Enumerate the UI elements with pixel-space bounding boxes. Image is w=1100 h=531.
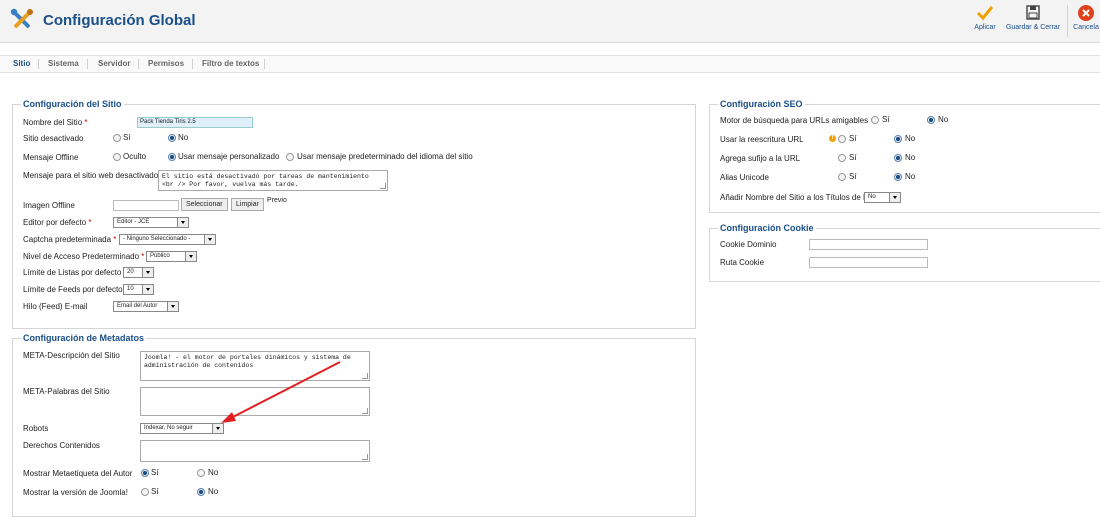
annotation-arrow [221,361,341,423]
